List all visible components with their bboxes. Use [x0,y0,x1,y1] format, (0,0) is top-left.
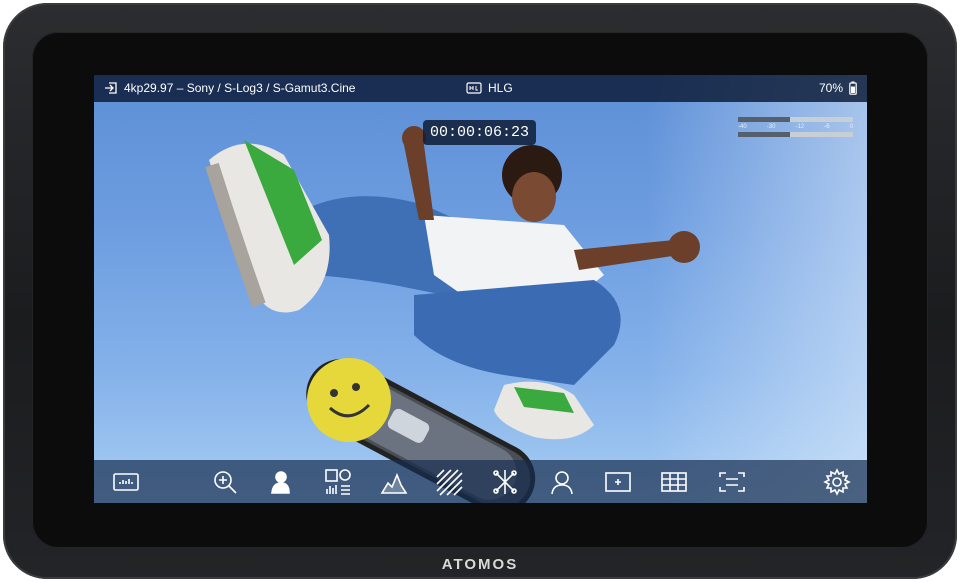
skin-tone-button[interactable] [546,466,578,498]
scale-label: -12 [795,124,805,130]
input-icon [105,82,117,94]
scopes-icon [325,469,351,495]
waveform-panel-icon [113,473,139,491]
battery-status: 70% [819,81,857,95]
audio-level-ch2 [738,132,790,137]
skin-tone-icon [551,471,573,495]
false-color-button[interactable] [264,466,296,498]
status-bar: 4kp29.97 – Sony / S-Log3 / S-Gamut3.Cine… [94,75,867,102]
scopes-button[interactable] [322,466,354,498]
battery-percent: 70% [818,81,843,95]
timecode-display: 00:00:06:23 [423,120,536,145]
hdr-mode[interactable]: HLG [466,81,513,95]
grid-button[interactable] [658,466,690,498]
audio-meter-ch2 [738,132,853,137]
hdr-icon [466,82,482,94]
focus-peaking-button[interactable] [489,466,521,498]
zebra-button[interactable] [433,466,465,498]
input-format-label: 4kp29.97 – Sony / S-Log3 / S-Gamut3.Cine [124,81,356,95]
focus-peaking-icon [493,470,517,494]
frame-guides-button[interactable] [716,466,748,498]
scale-label: -30 [766,124,776,130]
input-info: 4kp29.97 – Sony / S-Log3 / S-Gamut3.Cine [104,81,355,95]
zoom-button[interactable] [209,466,241,498]
battery-icon [849,81,857,95]
zebra-icon [436,469,463,496]
center-marker-button[interactable] [602,466,634,498]
center-marker-icon [605,472,631,492]
histogram-icon [380,472,408,494]
frame-guides-icon [719,472,745,492]
audio-level-ch1 [738,117,790,122]
monitor-screen: 4kp29.97 – Sony / S-Log3 / S-Gamut3.Cine… [94,75,867,503]
brand-logo: ATOMOS [441,556,519,573]
settings-button[interactable] [821,466,853,498]
false-color-icon [271,471,290,494]
scale-label: -6 [824,124,830,130]
scale-label: 0 [849,124,853,130]
grid-icon [661,472,687,492]
scale-label: -40 [738,124,747,130]
waveform-panel-button[interactable] [110,466,142,498]
hdr-mode-label: HLG [488,81,513,95]
settings-icon [823,468,851,496]
histogram-button[interactable] [378,466,410,498]
audio-meter-ch1 [738,117,853,122]
zoom-icon [214,471,237,494]
tool-bar [94,460,867,503]
audio-meters: -40 -30 -12 -6 0 [738,117,853,139]
audio-meter-scale: -40 -30 -12 -6 0 [738,124,853,130]
